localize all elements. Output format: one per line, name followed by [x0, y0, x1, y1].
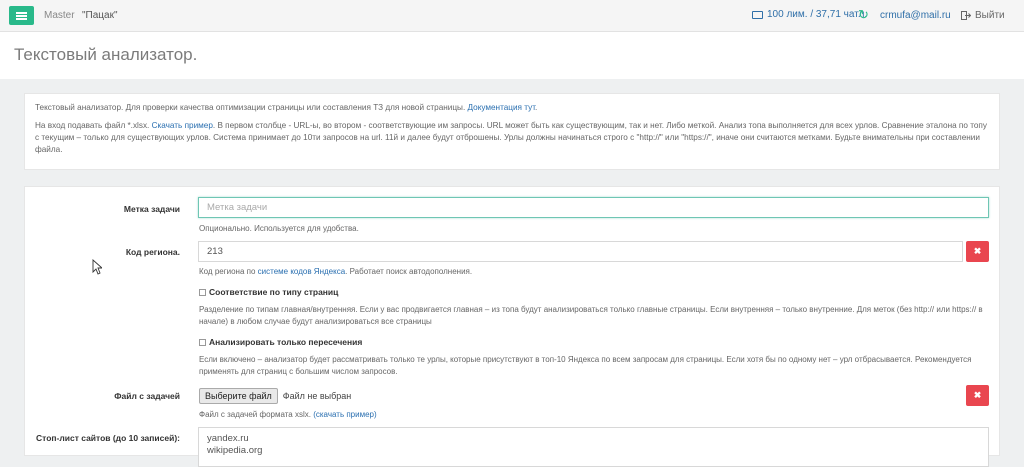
- region-help-start: Код региона по: [199, 267, 256, 276]
- intersections-checkbox-box[interactable]: [199, 338, 206, 346]
- task-label-input[interactable]: [198, 197, 989, 218]
- intersections-checkbox[interactable]: Анализировать только пересечения: [199, 337, 362, 347]
- file-clear-button[interactable]: ✖: [966, 385, 989, 406]
- file-status: Файл не выбран: [282, 391, 352, 401]
- intersections-checkbox-label: Анализировать только пересечения: [209, 337, 363, 347]
- intersections-help: Если включено – анализатор будет рассмат…: [199, 355, 972, 376]
- pagetype-help: Разделение по типам главная/внутренняя. …: [199, 305, 983, 326]
- file-help: Файл с задачей формата xslx. (скачать пр…: [199, 409, 377, 421]
- logout-button[interactable]: Выйти: [961, 10, 1005, 21]
- project-name[interactable]: "Пацак": [82, 10, 118, 21]
- page-title: Текстовый анализатор.: [14, 45, 198, 64]
- documentation-link[interactable]: Документация тут: [468, 103, 536, 112]
- brand-label: Master: [44, 10, 75, 21]
- info-intro-text: Текстовый анализатор. Для проверки качес…: [35, 103, 466, 112]
- logout-label: Выйти: [975, 10, 1005, 21]
- limits-link[interactable]: 100 лим. / 37,71 чатл.: [752, 9, 867, 20]
- stoplist-line: yandex.ru: [207, 433, 249, 444]
- region-help-end: . Работает поиск автодополнения.: [345, 267, 473, 276]
- file-help-start: Файл с задачей формата xslx.: [199, 410, 311, 419]
- logout-icon: [961, 11, 971, 20]
- region-clear-button[interactable]: ✖: [966, 241, 989, 262]
- region-input[interactable]: 213: [198, 241, 963, 262]
- close-icon: ✖: [973, 246, 982, 256]
- file-label: Файл с задачей: [114, 391, 180, 401]
- user-email-link[interactable]: crmufa@mail.ru: [880, 10, 951, 21]
- pagetype-checkbox-box[interactable]: [199, 288, 206, 296]
- file-sample-link[interactable]: (скачать пример): [313, 410, 376, 419]
- choose-file-button[interactable]: Выберите файл: [199, 388, 278, 404]
- region-help: Код региона по системе кодов Яндекса. Ра…: [199, 266, 472, 278]
- task-label-help: Опционально. Используется для удобства.: [199, 224, 359, 233]
- top-bar: Master "Пацак" 100 лим. / 37,71 чатл. ↻ …: [0, 0, 1024, 32]
- task-label: Метка задачи: [123, 204, 180, 214]
- info-details: На вход подавать файл *.xlsx. Скачать пр…: [35, 120, 989, 156]
- pagetype-checkbox-label: Соответствие по типу страниц: [209, 287, 339, 297]
- menu-icon: [16, 11, 27, 20]
- close-icon: ✖: [973, 390, 982, 400]
- region-label: Код региона.: [125, 247, 180, 257]
- region-codes-link[interactable]: системе кодов Яндекса: [258, 267, 345, 276]
- download-sample-link[interactable]: Скачать пример: [152, 121, 213, 130]
- info-intro: Текстовый анализатор. Для проверки качес…: [35, 103, 538, 112]
- info-details-start: На вход подавать файл *.xlsx.: [35, 121, 150, 130]
- file-input[interactable]: Выберите файл Файл не выбран: [199, 388, 351, 404]
- info-panel: Текстовый анализатор. Для проверки качес…: [24, 93, 1000, 170]
- stoplist-line: wikipedia.org: [207, 445, 263, 456]
- stoplist-label: Стоп-лист сайтов (до 10 записей):: [36, 433, 180, 443]
- mouse-cursor-icon: [92, 259, 102, 275]
- page-header: Текстовый анализатор.: [0, 32, 1024, 79]
- form-panel: Метка задачи Опционально. Используется д…: [24, 186, 1000, 467]
- stoplist-textarea[interactable]: yandex.ru wikipedia.org: [198, 427, 989, 467]
- credit-card-icon: [752, 10, 763, 19]
- limits-text: 100 лим. / 37,71 чатл.: [767, 9, 868, 20]
- refresh-icon[interactable]: ↻: [858, 7, 869, 23]
- menu-button[interactable]: [9, 6, 34, 25]
- pagetype-checkbox[interactable]: Соответствие по типу страниц: [199, 287, 338, 297]
